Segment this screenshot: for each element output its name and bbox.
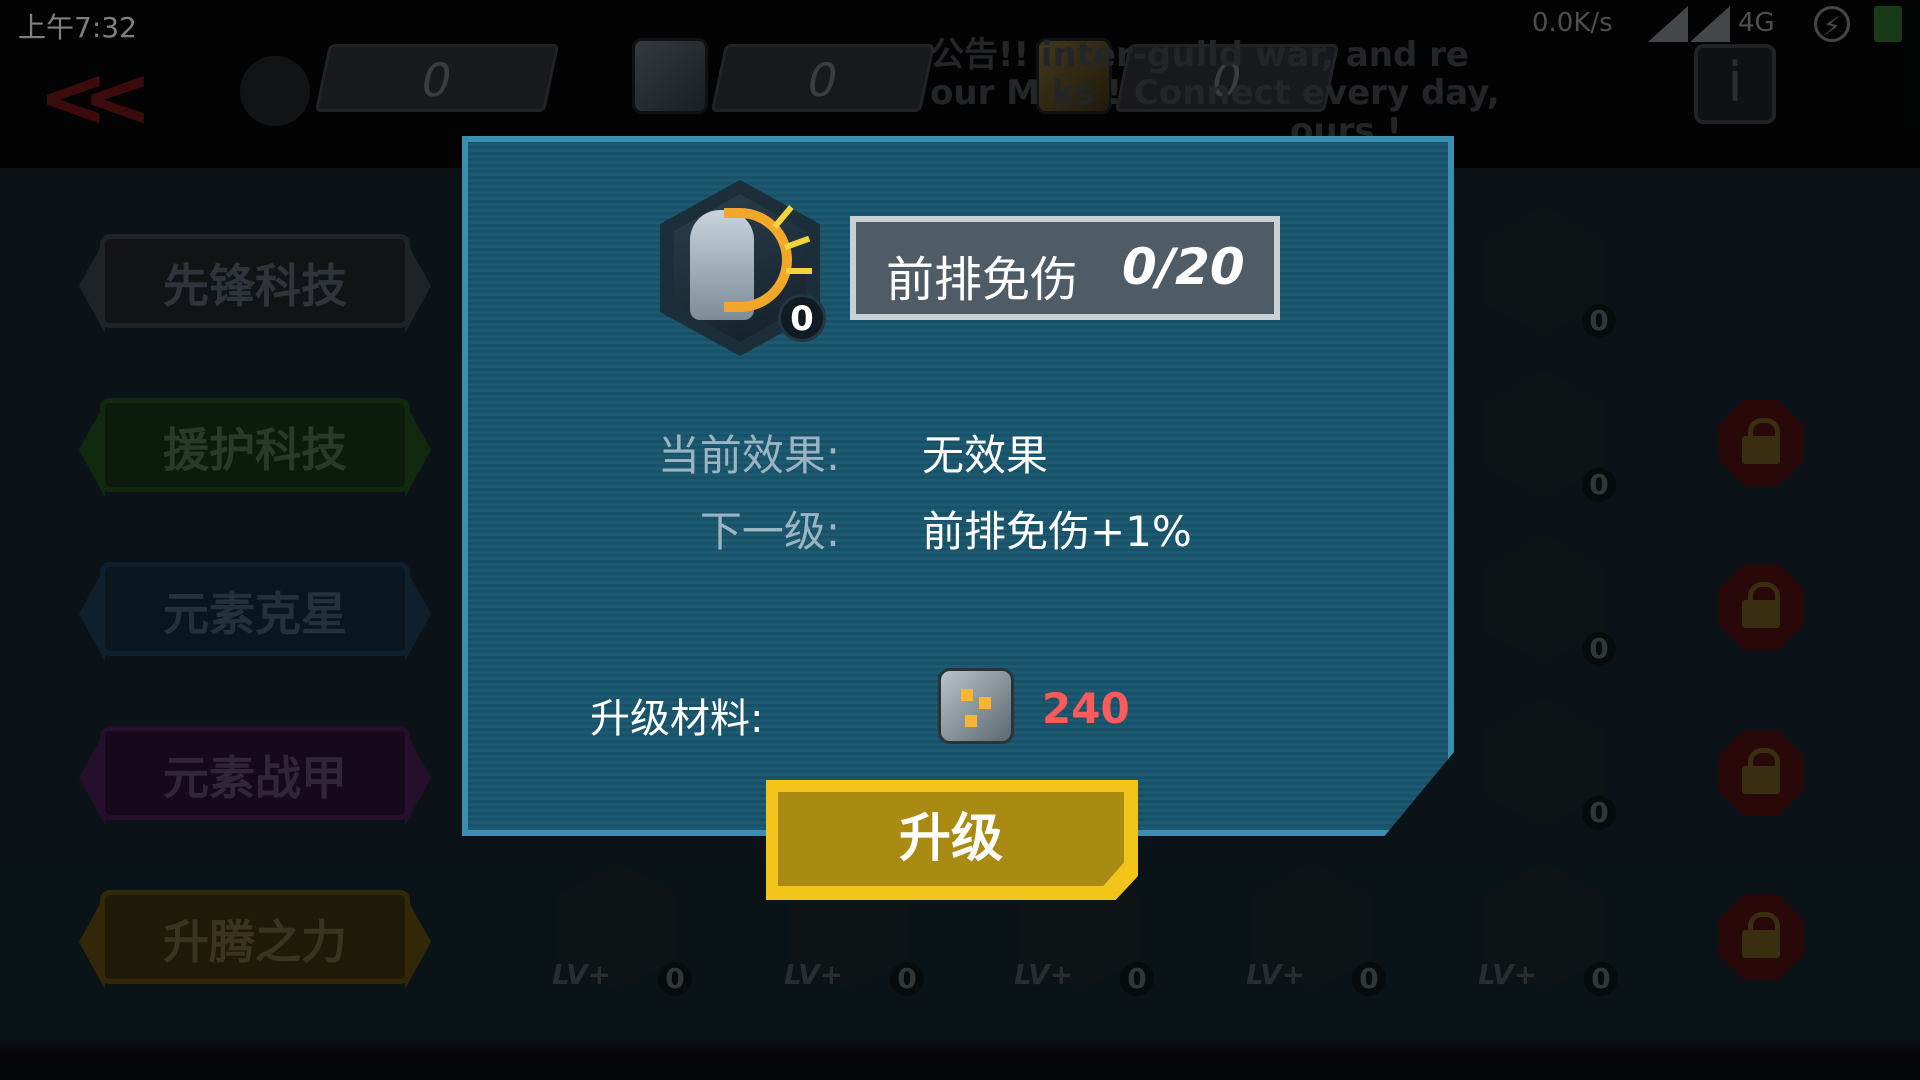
current-effect-value: 无效果 — [922, 431, 1049, 480]
spark-icon — [786, 268, 812, 274]
material-amount: 240 — [1042, 684, 1130, 733]
skill-level-badge: 0 — [778, 294, 826, 342]
upgrade-cube-icon — [938, 668, 1014, 744]
skill-name: 前排免伤 — [886, 252, 1079, 308]
skill-title-box: 前排免伤 0/20 — [850, 216, 1280, 320]
next-level-label: 下一级: — [699, 507, 840, 556]
next-level-value: 前排免伤+1% — [922, 507, 1192, 556]
material-label: 升级材料: — [590, 696, 764, 742]
skill-progress: 0/20 — [1122, 238, 1245, 296]
upgrade-button[interactable]: 升级 — [778, 792, 1124, 886]
current-effect-label: 当前效果: — [657, 431, 840, 480]
